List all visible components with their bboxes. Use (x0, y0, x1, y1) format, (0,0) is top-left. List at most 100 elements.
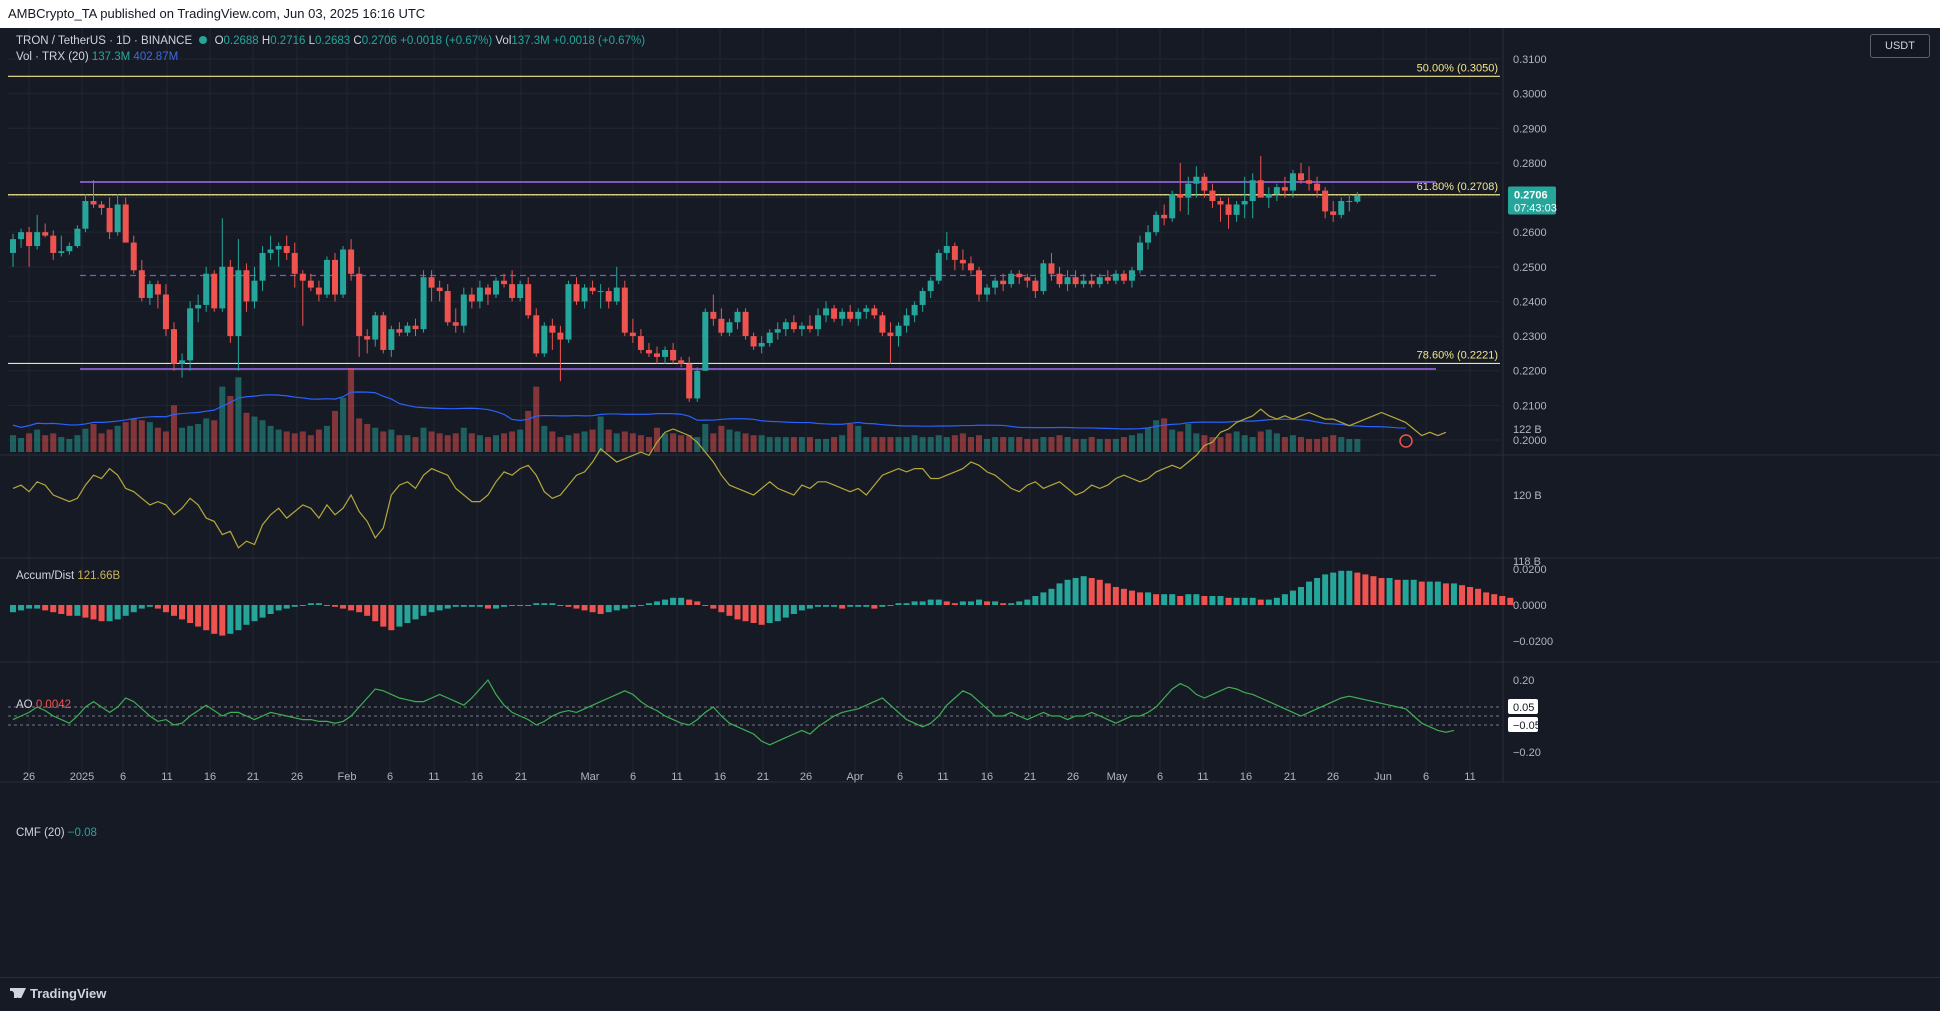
volume-bar (1217, 437, 1224, 452)
candle-body (589, 287, 596, 292)
volume-bar (734, 431, 741, 452)
ao-bar (678, 597, 685, 605)
time-tick-label: 11 (937, 771, 948, 783)
volume-bar (1137, 433, 1143, 452)
candle-body (235, 270, 242, 337)
ao-bar (758, 605, 765, 625)
candle-body (766, 332, 773, 344)
ao-bar (428, 605, 435, 613)
ao-bar (122, 605, 129, 616)
ao-bar (203, 605, 210, 631)
time-tick-label: 16 (471, 771, 483, 783)
volume-bar (710, 433, 717, 452)
tradingview-logo-icon (10, 988, 26, 998)
time-tick-label: 16 (714, 771, 726, 783)
volume-bar (1354, 438, 1361, 452)
open-label: O (214, 35, 224, 47)
volume-bar (613, 433, 620, 452)
ad-value: 121.66B (77, 570, 121, 582)
candle-body (1104, 277, 1111, 281)
candle-body (710, 311, 717, 319)
candle-body (903, 315, 910, 326)
volume-bar (1153, 420, 1160, 452)
ao-bar (1040, 592, 1047, 605)
volume-bar (154, 427, 161, 452)
volume-bar (887, 437, 894, 452)
ao-bar (106, 605, 113, 622)
tradingview-logo-text: TradingView (30, 986, 107, 1001)
candle-body (1330, 211, 1337, 215)
tradingview-logo[interactable]: TradingView (10, 986, 106, 1001)
candle-body (1145, 232, 1152, 243)
volume-bar (637, 435, 644, 452)
price-tick-label: 0.2200 (1513, 366, 1547, 378)
ao-bar (951, 603, 958, 605)
price-tick-label: 0.3100 (1513, 54, 1547, 66)
candle-body (1233, 204, 1240, 215)
volume-bar (1112, 438, 1119, 452)
ao-bar (452, 605, 459, 607)
ao-bar (597, 605, 604, 614)
ao-bar (493, 605, 499, 609)
volume-bar (951, 435, 958, 452)
volume-bar (428, 431, 435, 452)
ao-label: AO (16, 699, 33, 711)
volume-bar (678, 435, 685, 452)
candle-body (1217, 201, 1224, 205)
volume-bar (806, 437, 813, 452)
volume-bar (1314, 438, 1321, 452)
volume-bar (1048, 437, 1055, 452)
ao-histogram (10, 570, 1514, 636)
volume-bar (1281, 437, 1288, 452)
ao-bar (1201, 596, 1208, 605)
volume-bar (943, 437, 950, 452)
currency-button[interactable]: USDT (1870, 34, 1930, 58)
ao-bar (154, 605, 161, 609)
time-tick-label: 26 (291, 771, 303, 783)
candle-body (678, 360, 685, 364)
candle-body (1249, 180, 1256, 202)
volume-bar (90, 424, 97, 452)
time-tick-label: 21 (1024, 771, 1036, 783)
ao-bar (879, 605, 886, 607)
volume-bar (533, 386, 540, 452)
ao-bar (895, 603, 902, 605)
ao-bar (1434, 581, 1441, 605)
ao-bar (533, 603, 540, 605)
candle-body (179, 360, 186, 364)
ad-tick-label: 120 B (1513, 490, 1542, 502)
candle-body (984, 287, 991, 295)
candle-body (927, 280, 934, 292)
ao-bar (992, 601, 999, 605)
candle-body (187, 308, 194, 361)
volume-bar (138, 420, 145, 452)
volume-bar (1024, 438, 1031, 452)
candle-body (1322, 190, 1329, 212)
ao-bar (396, 605, 403, 627)
candle-body (460, 294, 467, 326)
volume-bar (130, 418, 137, 452)
candle-body (34, 232, 41, 247)
candle-body (581, 287, 588, 302)
ao-bar (468, 605, 475, 607)
ao-bar (621, 605, 628, 609)
candle-body (645, 349, 652, 354)
volume-bar (782, 437, 789, 452)
candle-body (1169, 194, 1176, 219)
volume-bar (106, 429, 113, 452)
volume-bar (1306, 438, 1313, 452)
ao-bar (1225, 597, 1232, 605)
chart-canvas[interactable]: 50.00% (0.3050)61.80% (0.2708)78.60% (0.… (0, 28, 1940, 977)
volume-bar (267, 425, 274, 452)
volume-bar (831, 437, 838, 452)
candle-body (823, 308, 830, 316)
volume-bar (645, 437, 652, 452)
volume-bar (855, 425, 862, 452)
candle-body (565, 284, 572, 340)
candle-body (404, 325, 411, 333)
ao-bar (1273, 597, 1280, 605)
candle-body (806, 325, 813, 330)
volume-bar (444, 435, 451, 452)
ao-bar (1000, 603, 1007, 605)
time-tick-label: 6 (387, 771, 393, 783)
